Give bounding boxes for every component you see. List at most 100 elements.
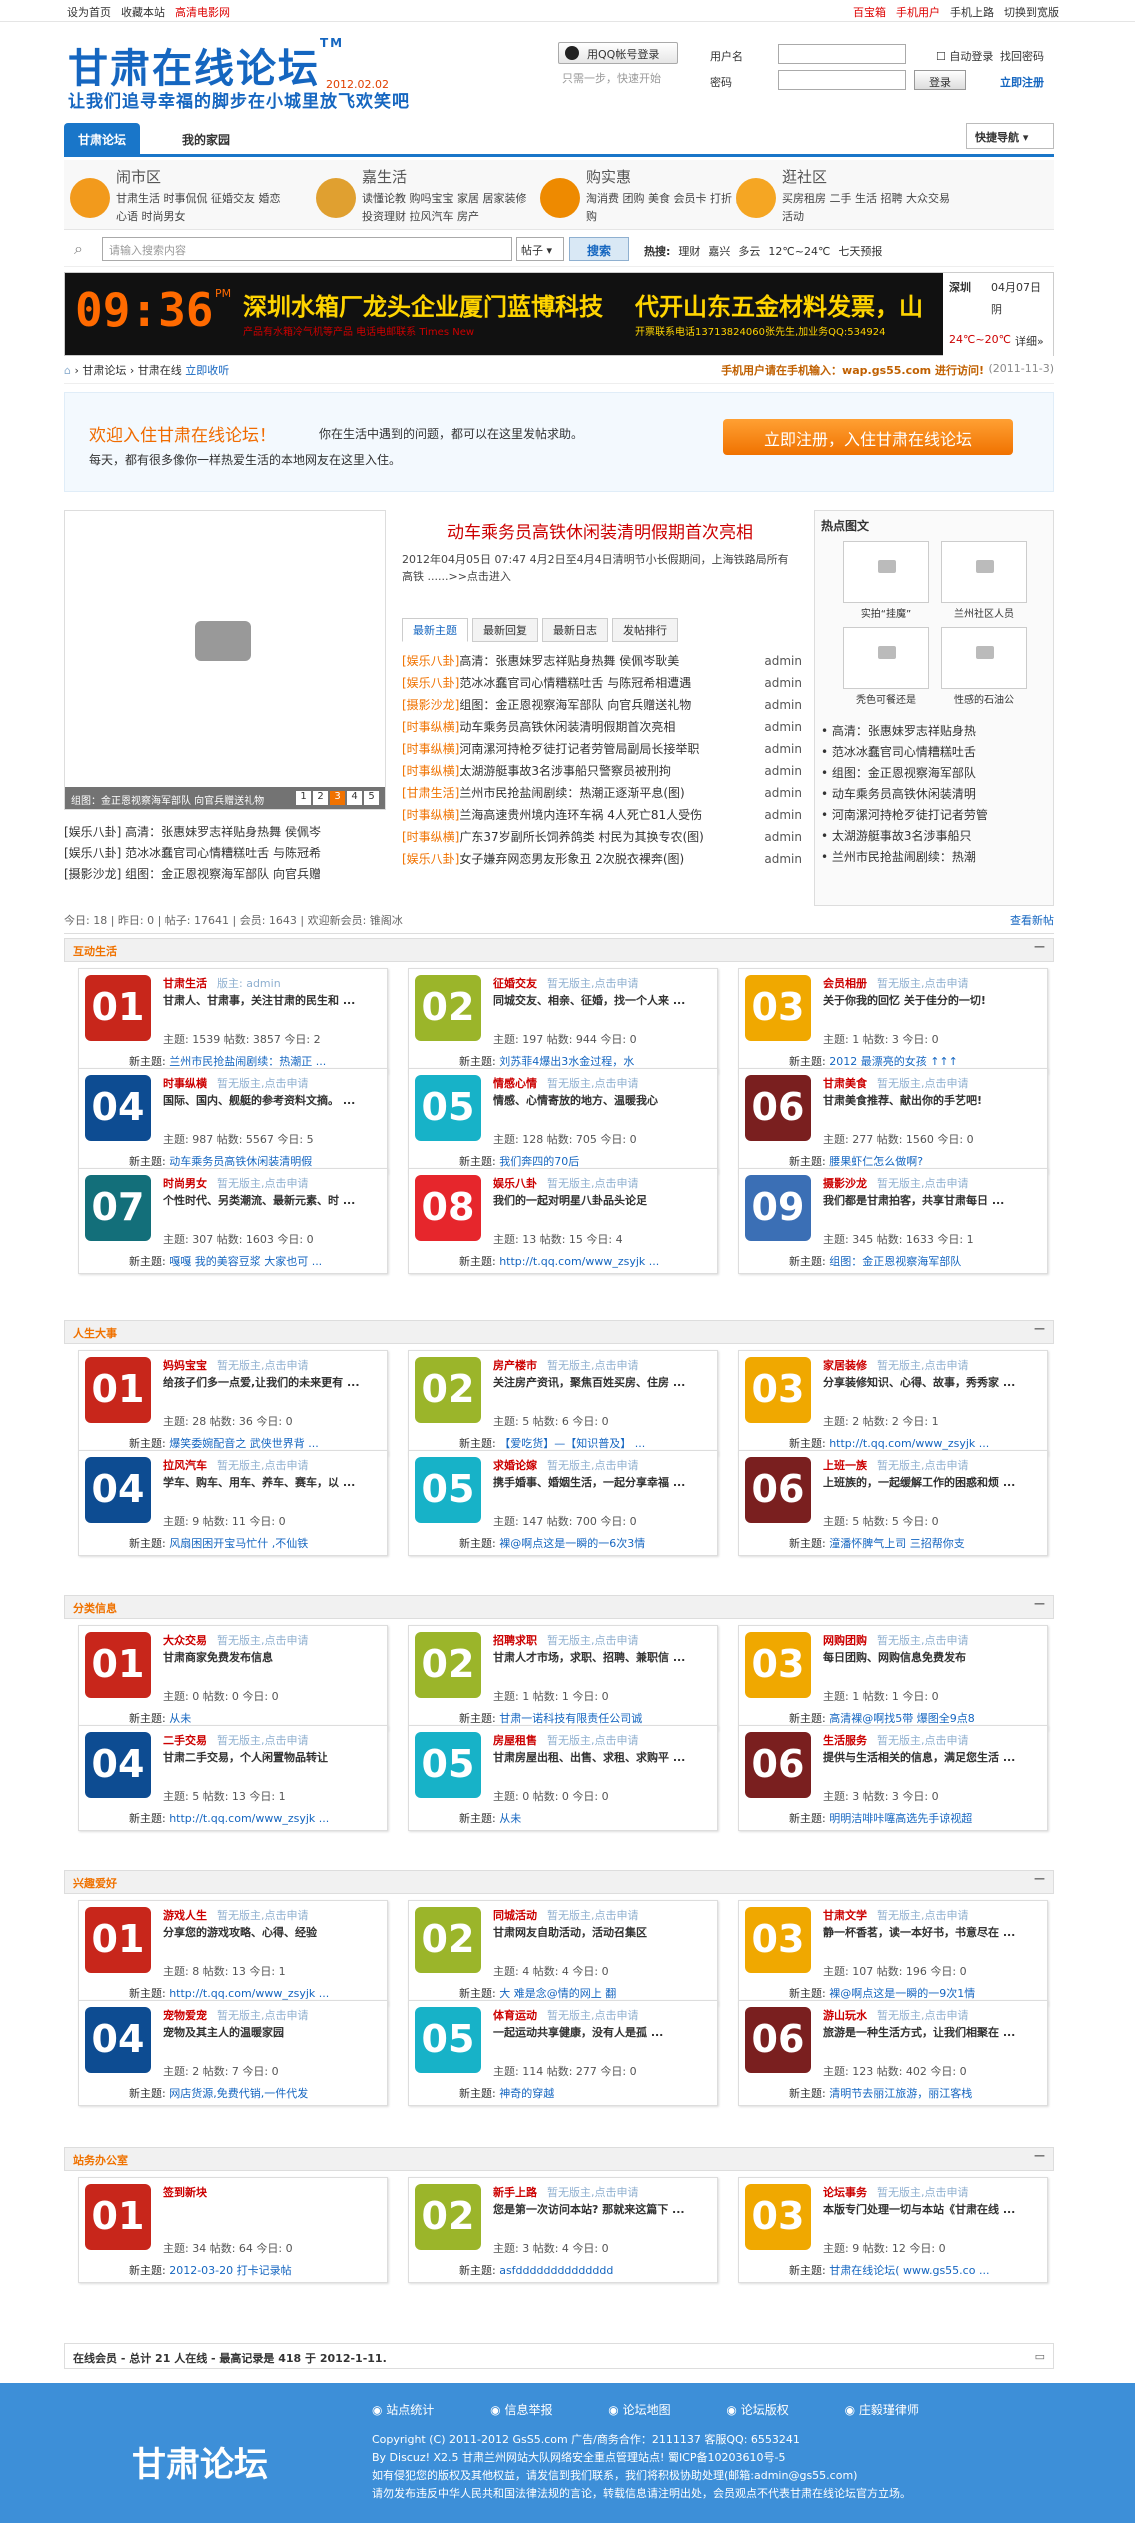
forum-name[interactable]: 时事纵横	[163, 1077, 207, 1090]
movie-link[interactable]: 高清电影网	[175, 6, 230, 19]
forum-name[interactable]: 甘肃文学	[823, 1909, 867, 1922]
forum-card[interactable]: 04 拉风汽车 暂无版主,点击申请 学车、购车、用车、养车、赛车，以 ... 主题: 9…	[78, 1450, 388, 1556]
forum-card[interactable]: 08 娱乐八卦 暂无版主,点击申请 我们的一起对明星八卦品头论足 主题: 13 帖数: …	[408, 1168, 718, 1274]
new-thread-link[interactable]: 2012 最漂亮的女孩 ↑↑↑	[829, 1055, 958, 1068]
moderator[interactable]: 暂无版主,点击申请	[217, 1359, 309, 1372]
list-item[interactable]: • 组图：金正恩视察海军部队	[821, 763, 1049, 784]
forum-name[interactable]: 新手上路	[493, 2186, 537, 2199]
new-thread-link[interactable]: 大 难是念@情的网上 翻	[499, 1987, 616, 2000]
forum-name[interactable]: 拉风汽车	[163, 1459, 207, 1472]
thread-row[interactable]: [娱乐八卦] 范冰冰蠢官司心情糟糕吐舌 与陈冠希相遭遇 admin	[402, 672, 802, 694]
slide-dot[interactable]: 3	[330, 791, 345, 805]
crumb-home[interactable]: 甘肃论坛	[82, 364, 126, 377]
new-thread-link[interactable]: 我们奔四的70后	[499, 1155, 579, 1168]
thread-row[interactable]: [时事纵横] 兰海高速贵州境内连环车祸 4人死亡81人受伤 admin	[402, 804, 802, 826]
section-header[interactable]: 互动生活 —	[64, 938, 1054, 962]
moderator[interactable]: 暂无版主,点击申请	[217, 2009, 309, 2022]
forum-name[interactable]: 同城活动	[493, 1909, 537, 1922]
forum-card[interactable]: 07 时尚男女 暂无版主,点击申请 个性时代、另类潮流、最新元素、时 ... 主题: 3…	[78, 1168, 388, 1274]
footer-logo[interactable]: 甘肃论坛	[132, 2437, 268, 2486]
slide-dot[interactable]: 2	[313, 791, 328, 805]
forum-card[interactable]: 05 情感心情 暂无版主,点击申请 情感、心情寄放的地方、温暖我心 主题: 128 帖数…	[408, 1068, 718, 1174]
forum-name[interactable]: 招聘求职	[493, 1634, 537, 1647]
forum-name[interactable]: 游戏人生	[163, 1909, 207, 1922]
thread-row[interactable]: [时事纵横] 太湖游艇事故3名涉事船只警察员被刑拘 admin	[402, 760, 802, 782]
forum-name[interactable]: 情感心情	[493, 1077, 537, 1090]
section-header[interactable]: 人生大事 —	[64, 1320, 1054, 1344]
moderator[interactable]: 暂无版主,点击申请	[547, 1634, 639, 1647]
forum-card[interactable]: 02 房产楼市 暂无版主,点击申请 关注房产资讯，聚焦百姓买房、住房 ... 主题: 5…	[408, 1350, 718, 1456]
forum-name[interactable]: 娱乐八卦	[493, 1177, 537, 1190]
forum-card[interactable]: 03 网购团购 暂无版主,点击申请 每日团购、网购信息免费发布 主题: 1 帖数: 1 …	[738, 1625, 1048, 1731]
tab-rank[interactable]: 发帖排行	[612, 618, 678, 642]
new-thread-link[interactable]: 风扇困困开宝马忙什 ,不仙铁	[169, 1537, 308, 1550]
list-item[interactable]: • 高清：张惠妹罗志祥贴身热	[821, 721, 1049, 742]
forum-card[interactable]: 06 游山玩水 暂无版主,点击申请 旅游是一种生活方式，让我们相聚在 ... 主题: 1…	[738, 2000, 1048, 2106]
section-header[interactable]: 站务办公室 —	[64, 2147, 1054, 2171]
new-thread-link[interactable]: 动车乘务员高铁休闲装清明假	[169, 1155, 312, 1168]
list-item[interactable]: [娱乐八卦] 范冰冰蠢官司心情糟糕吐舌 与陈冠希	[64, 843, 386, 864]
forum-name[interactable]: 上班一族	[823, 1459, 867, 1472]
box-link[interactable]: 百宝箱	[853, 6, 886, 19]
forum-card[interactable]: 05 房屋租售 暂无版主,点击申请 甘肃房屋出租、出售、求租、求购平 ... 主题: 0…	[408, 1725, 718, 1831]
crumb-forum[interactable]: 甘肃在线	[138, 364, 182, 377]
hot-item[interactable]: 七天预报	[838, 245, 882, 258]
new-thread-link[interactable]: 潼潘怀脾气上司 三招帮你支	[829, 1537, 965, 1550]
forum-name[interactable]: 宠物爱宠	[163, 2009, 207, 2022]
forum-name[interactable]: 游山玩水	[823, 2009, 867, 2022]
login-button[interactable]: 登录	[914, 70, 966, 90]
moderator[interactable]: 暂无版主,点击申请	[547, 977, 639, 990]
forum-card[interactable]: 02 征婚交友 暂无版主,点击申请 同城交友、相亲、征婚，找一个人来 ... 主题: 1…	[408, 968, 718, 1074]
forum-card[interactable]: 01 甘肃生活 版主: admin 甘肃人、甘肃事，关注甘肃的民生和 ... 主题: 1…	[78, 968, 388, 1074]
moderator[interactable]: 暂无版主,点击申请	[217, 1734, 309, 1747]
thread-row[interactable]: [甘肃生活] 兰州市民抢盐闹剧续：热潮正逐渐平息(图) admin	[402, 782, 802, 804]
set-home-link[interactable]: 设为首页	[67, 6, 111, 19]
list-item[interactable]: • 兰州市民抢盐闹剧续：热潮	[821, 847, 1049, 868]
new-thread-link[interactable]: 裸@啊点这是一瞬的一6次3情	[499, 1537, 645, 1550]
forum-card[interactable]: 04 时事纵横 暂无版主,点击申请 国际、国内、舰艇的参考资料文摘。 ... 主题: 9…	[78, 1068, 388, 1174]
mobile-link[interactable]: 手机用户	[896, 6, 940, 19]
forum-name[interactable]: 二手交易	[163, 1734, 207, 1747]
forum-card[interactable]: 05 体育运动 暂无版主,点击申请 一起运动共享健康，没有人是孤 ... 主题: 114…	[408, 2000, 718, 2106]
tab-log[interactable]: 最新日志	[542, 618, 608, 642]
ad-banner[interactable]: 09:36 PM 深圳水箱厂龙头企业厦门蓝博科技 产品有水箱冷气机等产品 电话电…	[64, 272, 1054, 357]
hot-item[interactable]: 12℃~24℃	[768, 245, 830, 258]
new-thread-link[interactable]: 【爱吃货】—【知识普及】 ...	[499, 1437, 645, 1450]
moderator[interactable]: 暂无版主,点击申请	[877, 1077, 969, 1090]
forum-name[interactable]: 时尚男女	[163, 1177, 207, 1190]
forum-card[interactable]: 04 二手交易 暂无版主,点击申请 甘肃二手交易，个人闲置物品转让 主题: 5 帖数: …	[78, 1725, 388, 1831]
new-thread-link[interactable]: 兰州市民抢盐闹剧续：热潮正 ...	[169, 1055, 326, 1068]
new-thread-link[interactable]: asfdddddddddddddd	[499, 2264, 613, 2277]
slide-dot[interactable]: 5	[364, 791, 379, 805]
view-new-link[interactable]: 查看新帖	[1010, 912, 1054, 928]
moderator[interactable]: 暂无版主,点击申请	[217, 1177, 309, 1190]
register-link[interactable]: 立即注册	[1000, 74, 1044, 90]
follow-link[interactable]: 立即收听	[185, 364, 229, 377]
forum-name[interactable]: 大众交易	[163, 1634, 207, 1647]
list-item[interactable]: • 河南漯河持枪歹徒打记者劳管	[821, 805, 1049, 826]
moderator[interactable]: 暂无版主,点击申请	[217, 1634, 309, 1647]
moderator[interactable]: 暂无版主,点击申请	[877, 2186, 969, 2199]
tab-latest[interactable]: 最新主题	[402, 618, 468, 642]
forum-card[interactable]: 01 签到新块 主题: 34 帖数: 64 今日: 0 新主题: 2012-03-20…	[78, 2177, 388, 2283]
home-icon[interactable]: ⌂	[64, 364, 71, 377]
forum-name[interactable]: 妈妈宝宝	[163, 1359, 207, 1372]
new-thread-link[interactable]: 高清裸@啊找5带 爆图全9点8	[829, 1712, 975, 1725]
new-thread-link[interactable]: 清明节去丽江旅游，丽江客栈	[829, 2087, 972, 2100]
hand-link[interactable]: 手机上路	[950, 6, 994, 19]
thread-row[interactable]: [时事纵横] 动车乘务员高铁休闲装清明假期首次亮相 admin	[402, 716, 802, 738]
moderator[interactable]: 暂无版主,点击申请	[547, 1077, 639, 1090]
moderator[interactable]: 暂无版主,点击申请	[217, 1459, 309, 1472]
moderator[interactable]: 暂无版主,点击申请	[547, 2009, 639, 2022]
moderator[interactable]: 暂无版主,点击申请	[877, 977, 969, 990]
search-type-select[interactable]: 帖子 ▾	[516, 237, 564, 261]
forum-name[interactable]: 会员相册	[823, 977, 867, 990]
forum-card[interactable]: 03 家居装修 暂无版主,点击申请 分享装修知识、心得、故事，秀秀家 ... 主题: 2…	[738, 1350, 1048, 1456]
new-thread-link[interactable]: 刘苏菲4爆出3水金过程，水	[499, 1055, 634, 1068]
tab-gansu-forum[interactable]: 甘肃论坛	[64, 123, 141, 157]
moderator[interactable]: 暂无版主,点击申请	[877, 1177, 969, 1190]
list-item[interactable]: [娱乐八卦] 高清：张惠妹罗志祥贴身热舞 侯佩岑	[64, 822, 386, 843]
new-thread-link[interactable]: 甘肃一诺科技有限责任公司诚	[499, 1712, 642, 1725]
tab-my-home[interactable]: 我的家园	[168, 123, 244, 157]
forum-card[interactable]: 01 妈妈宝宝 暂无版主,点击申请 给孩子们多一点爱,让我们的未来更有 ... 主题: …	[78, 1350, 388, 1456]
